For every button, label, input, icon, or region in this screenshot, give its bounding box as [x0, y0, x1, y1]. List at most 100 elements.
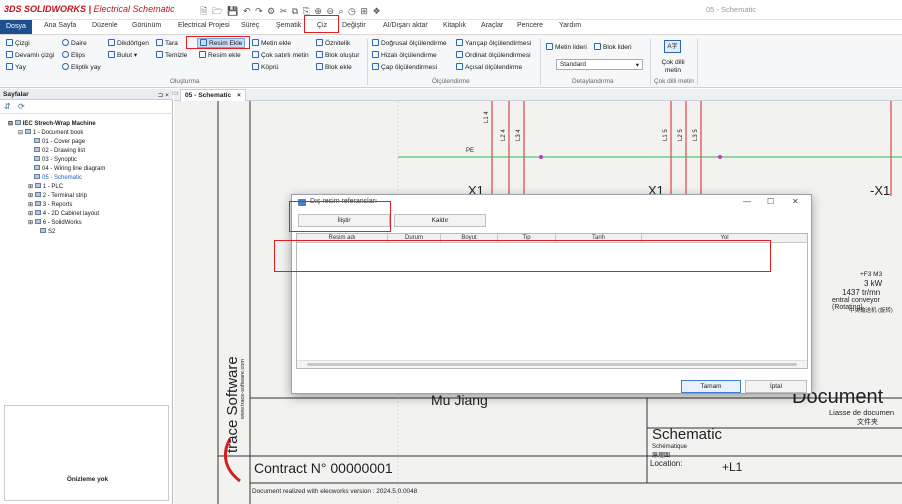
- tab-edit[interactable]: Düzenle: [92, 22, 118, 29]
- ok-button[interactable]: Tamam: [681, 380, 741, 393]
- tab-help[interactable]: Yardım: [559, 22, 581, 29]
- panel-pin-close-icon[interactable]: ⊐ ×: [158, 91, 169, 99]
- radius-dimension-button[interactable]: Yarıçap ölçülendirmesi: [456, 39, 531, 47]
- close-icon[interactable]: ✕: [792, 197, 799, 206]
- polyline-button[interactable]: Devamlı çizgi: [6, 51, 54, 59]
- multilanguage-text-button[interactable]: Çok dilli metin: [658, 59, 688, 75]
- tab-process[interactable]: Süreç: [241, 22, 259, 29]
- attribute-button[interactable]: Öznitelik: [316, 39, 350, 47]
- arc-icon: [6, 63, 13, 70]
- external-references-dialog: Dış resim referansları — ☐ ✕ İliştir Kal…: [291, 194, 812, 394]
- tree-item-synoptic[interactable]: 03 - Synoptic: [34, 156, 77, 163]
- column-header-type[interactable]: Tip: [498, 234, 556, 243]
- arc-button[interactable]: Yay: [6, 63, 26, 71]
- tree-item-document-book[interactable]: ⊟ 1 - Document book: [18, 129, 83, 136]
- tab-schematic[interactable]: Şematik: [276, 22, 301, 29]
- tab-home[interactable]: Ana Sayfa: [44, 22, 76, 29]
- tab-modify[interactable]: Değiştir: [342, 22, 366, 29]
- tree-item-drawing-list[interactable]: 02 - Drawing list: [34, 147, 85, 154]
- location-label: Location:: [650, 459, 683, 468]
- tab-electrical-project[interactable]: Electrical Projesi: [178, 22, 230, 29]
- minimize-icon[interactable]: —: [743, 197, 751, 206]
- references-table[interactable]: Resim adı Durum Boyut Tip Tarih Yol: [296, 233, 808, 369]
- scrollbar-thumb[interactable]: [307, 363, 797, 366]
- ribbon-tab-bar: Dosya Ana Sayfa Düzenle Görünüm Electric…: [0, 20, 902, 35]
- circle-button[interactable]: Daire: [62, 39, 87, 47]
- insert-picture-small-button[interactable]: Resim ekle: [199, 51, 241, 59]
- footer-version: Document realized with elecworks version…: [252, 488, 418, 495]
- multilanguage-text-icon[interactable]: A字: [664, 40, 681, 53]
- tree-item-terminal-strip[interactable]: ⊞ 2 - Terminal strip: [28, 192, 87, 199]
- hyperlink-button[interactable]: Köprü: [252, 63, 279, 71]
- folder-icon: [34, 219, 41, 224]
- picture-small-icon: [199, 51, 206, 58]
- block-leader-button[interactable]: Blok lideri: [594, 43, 632, 51]
- column-header-status[interactable]: Durum: [388, 234, 441, 243]
- vendor-name-vertical: trace Software: [224, 356, 241, 453]
- ellipse-button[interactable]: Elips: [62, 51, 85, 59]
- tab-file[interactable]: Dosya: [0, 20, 32, 34]
- hatch-button[interactable]: Tara: [156, 39, 178, 47]
- dimension-style-select[interactable]: Standard ▾: [556, 59, 643, 70]
- clean-button[interactable]: Temizle: [156, 51, 187, 59]
- wire-label: L2 5: [678, 129, 684, 141]
- tab-view[interactable]: Görünüm: [132, 22, 161, 29]
- close-tab-icon[interactable]: ×: [237, 92, 241, 99]
- text-leader-button[interactable]: Metin lideri: [546, 43, 587, 51]
- document-tab-schematic[interactable]: 05 - Schematic ×: [180, 89, 246, 101]
- aligned-dimension-button[interactable]: Hizalı ölçülendirme: [372, 51, 437, 59]
- tree-item-cover-page[interactable]: 01 - Cover page: [34, 138, 85, 145]
- insert-block-icon: [316, 63, 323, 70]
- insert-block-button[interactable]: Blok ekle: [316, 63, 352, 71]
- tab-draw[interactable]: Çiz: [317, 22, 327, 29]
- linear-dimension-button[interactable]: Doğrusal ölçülendirme: [372, 39, 447, 47]
- add-text-button[interactable]: Metin ekle: [252, 39, 291, 47]
- line-button[interactable]: Çizgi: [6, 39, 30, 47]
- diameter-dimension-button[interactable]: Çap ölçülendirmesi: [372, 63, 437, 71]
- tree-item-plc[interactable]: ⊞ 1 - PLC: [28, 183, 63, 190]
- elliptical-arc-button[interactable]: Eliptik yay: [62, 63, 101, 71]
- tree-item-solidworks[interactable]: ⊞ 6 - SolidWorks: [28, 219, 82, 226]
- expand-icon: ⊞: [28, 202, 35, 208]
- tree-item-project[interactable]: ⊟ IEC Strech-Wrap Machine: [8, 120, 96, 127]
- ordinate-dimension-icon: [456, 51, 463, 58]
- dialog-title: Dış resim referansları — ☐ ✕: [292, 195, 811, 210]
- ordinate-dimension-button[interactable]: Ordinat ölçülendirmesi: [456, 51, 531, 59]
- tab-tools[interactable]: Araçlar: [481, 22, 503, 29]
- tab-library[interactable]: Kitaplık: [443, 22, 466, 29]
- motor-power: 3 kW: [864, 279, 883, 288]
- attach-button[interactable]: İliştir: [298, 214, 390, 227]
- cloud-button[interactable]: Bulut ▾: [108, 51, 137, 59]
- insert-picture-button[interactable]: Resim Ekle: [197, 38, 246, 48]
- refresh-icon[interactable]: ⟳: [18, 102, 25, 111]
- tab-window[interactable]: Pencere: [517, 22, 543, 29]
- ribbon-separator: [650, 39, 651, 85]
- pages-panel-toolbar: ⇵ ⟳: [0, 100, 173, 114]
- create-block-button[interactable]: Blok oluştur: [316, 51, 359, 59]
- column-header-path[interactable]: Yol: [642, 234, 807, 243]
- rectangle-button[interactable]: Dikdörtgen: [108, 39, 149, 47]
- horizontal-scrollbar[interactable]: [297, 360, 807, 368]
- attribute-icon: [316, 39, 323, 46]
- column-header-date[interactable]: Tarih: [556, 234, 642, 243]
- multiline-text-button[interactable]: Çok satırlı metin: [252, 51, 309, 59]
- expand-icon[interactable]: ⇵: [4, 102, 11, 111]
- project-icon: [14, 120, 21, 125]
- column-header-picture-name[interactable]: Resim adı: [297, 234, 388, 243]
- column-header-size[interactable]: Boyut: [441, 234, 498, 243]
- wire-junction: [539, 155, 543, 159]
- tree-item-cabinet-layout[interactable]: ⊞ 4 - 2D Cabinet layout: [28, 210, 99, 217]
- quick-access-toolbar[interactable]: 🗎 🗁 💾 ↶ ↷ ⚙ ✂ ⧉ ⎘ ⊕ ⊖ ⌕ ◷ ⊞ ❖: [200, 4, 382, 20]
- cancel-button[interactable]: İptal: [745, 380, 807, 393]
- maximize-icon[interactable]: ☐: [767, 197, 774, 206]
- angular-dimension-icon: [456, 63, 463, 70]
- ribbon-separator: [367, 39, 368, 85]
- tab-export[interactable]: AI/Dışarı aktar: [383, 22, 428, 29]
- tree-item-reports[interactable]: ⊞ 3 - Reports: [28, 201, 72, 208]
- tree-item-schematic[interactable]: 05 - Schematic: [34, 174, 82, 181]
- tree-item-wiring-line-diagram[interactable]: 04 - Wiring line diagram: [34, 165, 105, 172]
- angular-dimension-button[interactable]: Açısal ölçülendirme: [456, 63, 522, 71]
- remove-button[interactable]: Kaldır: [394, 214, 486, 227]
- location-value: +L1: [722, 460, 743, 474]
- tree-item-s2[interactable]: S2: [40, 228, 55, 235]
